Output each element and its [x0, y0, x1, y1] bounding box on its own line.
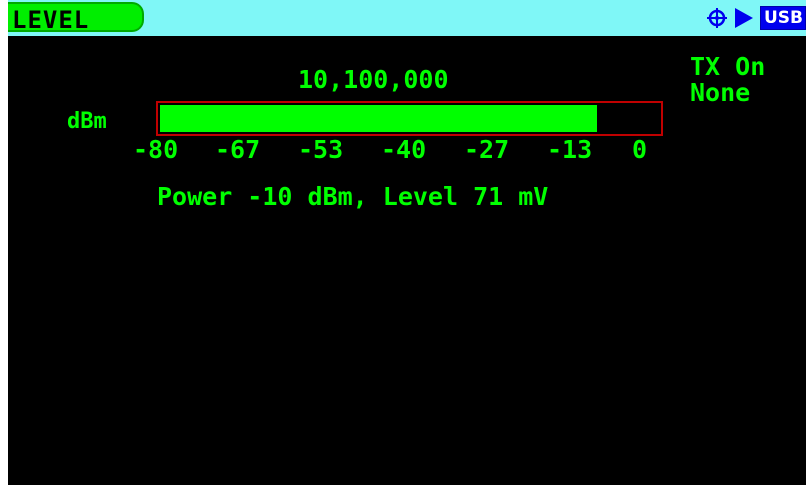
frequency-readout: 10,100,000 [298, 65, 449, 94]
scale-tick-label: 0 [632, 135, 648, 164]
status-icons: USB [706, 5, 806, 31]
power-level-readout: Power -10 dBm, Level 71 mV [157, 182, 549, 211]
scale-tick-label: -53 [298, 135, 344, 164]
play-icon [734, 7, 754, 29]
level-meter-fill [160, 105, 597, 132]
top-status-bar: LEVEL USB [8, 0, 806, 36]
meter-unit-label: dBm [67, 109, 107, 134]
instrument-screen: LEVEL USB 10,100,000 TX On None dBm -80 … [8, 0, 806, 485]
scale-tick-label: -40 [381, 135, 427, 164]
crosshair-icon [706, 7, 728, 29]
tx-status: TX On [690, 52, 766, 81]
scale-tick-label: -67 [215, 135, 261, 164]
scale-tick-label: -27 [464, 135, 510, 164]
modulation-status: None [690, 78, 751, 107]
usb-badge: USB [759, 6, 806, 30]
level-meter [156, 101, 663, 136]
scale-tick-label: -80 [133, 135, 179, 164]
mode-tab[interactable]: LEVEL [8, 2, 144, 34]
mode-label: LEVEL [12, 6, 90, 34]
scale-tick-label: -13 [547, 135, 593, 164]
